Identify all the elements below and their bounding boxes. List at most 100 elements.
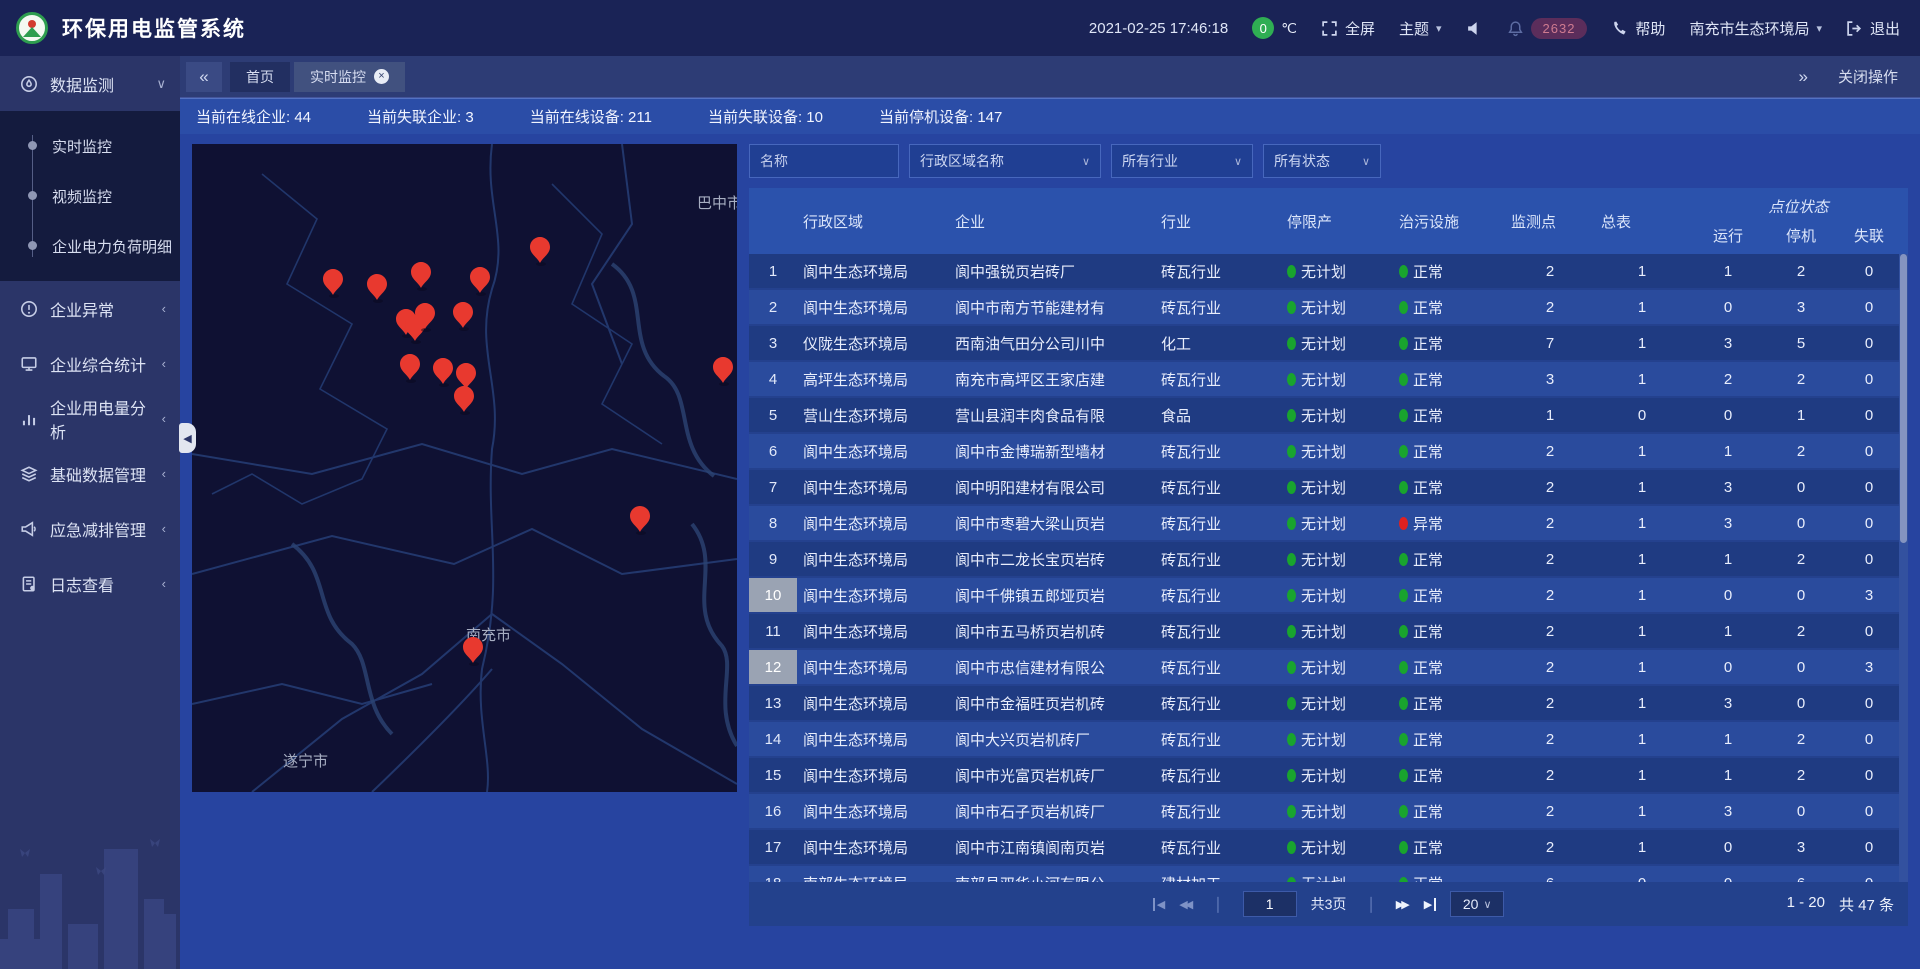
status-text: 无计划 <box>1301 297 1346 318</box>
prev-page-button[interactable]: ◀◀ <box>1179 898 1193 911</box>
sidebar-item-4[interactable]: 基础数据管理‹ <box>0 446 180 501</box>
close-operations-button[interactable]: 关闭操作 <box>1838 66 1898 87</box>
table-row[interactable]: 3仪陇生态环境局西南油气田分公司川中化工无计划正常71350 <box>749 326 1908 362</box>
map-pin[interactable] <box>433 358 453 387</box>
main-area: « 首页实时监控× » 关闭操作 当前在线企业: 44当前失联企业: 3当前在线… <box>180 56 1920 969</box>
name-filter-input[interactable] <box>749 144 899 178</box>
row-stop-count: 2 <box>1767 542 1835 576</box>
table-row[interactable]: 7阆中生态环境局阆中明阳建材有限公司砖瓦行业无计划正常21300 <box>749 470 1908 506</box>
table-row[interactable]: 14阆中生态环境局阆中大兴页岩机砖厂砖瓦行业无计划正常21120 <box>749 722 1908 758</box>
notifications[interactable]: 2632 <box>1507 18 1588 39</box>
sidebar-item-0[interactable]: 数据监测∨ <box>0 56 180 111</box>
table-row[interactable]: 9阆中生态环境局阆中市二龙长宝页岩砖砖瓦行业无计划正常21120 <box>749 542 1908 578</box>
help-button[interactable]: 帮助 <box>1611 18 1665 39</box>
fullscreen-button[interactable]: 全屏 <box>1321 18 1375 39</box>
status-text: 正常 <box>1413 585 1443 606</box>
sidebar-item-2[interactable]: 企业综合统计‹ <box>0 336 180 391</box>
industry-filter-select[interactable]: 所有行业 ∨ <box>1111 144 1253 178</box>
table-row[interactable]: 2阆中生态环境局阆中市南方节能建材有砖瓦行业无计划正常21030 <box>749 290 1908 326</box>
status-text: 正常 <box>1413 441 1443 462</box>
row-production-status: 无计划 <box>1281 578 1393 612</box>
tabs-scroll-left-button[interactable]: « <box>186 62 222 92</box>
map-roads <box>192 144 737 792</box>
map-pin[interactable] <box>470 267 490 296</box>
map-pin[interactable] <box>454 386 474 415</box>
tab-close-icon[interactable]: × <box>374 69 389 84</box>
table-row[interactable]: 10阆中生态环境局阆中千佛镇五郎垭页岩砖瓦行业无计划正常21003 <box>749 578 1908 614</box>
table-scrollbar[interactable] <box>1899 254 1908 882</box>
status-dot-green <box>1287 409 1296 422</box>
tabs-scroll-right-button[interactable]: » <box>1799 67 1808 87</box>
map[interactable]: 巴中市南充市遂宁市 <box>192 144 737 792</box>
table-row[interactable]: 15阆中生态环境局阆中市光富页岩机砖厂砖瓦行业无计划正常21120 <box>749 758 1908 794</box>
table-row[interactable]: 1阆中生态环境局阆中强锐页岩砖厂砖瓦行业无计划正常21120 <box>749 254 1908 290</box>
skyline-building <box>162 914 176 969</box>
table-row[interactable]: 4高坪生态环境局南充市高坪区王家店建砖瓦行业无计划正常31220 <box>749 362 1908 398</box>
region-filter-select[interactable]: 行政区域名称 ∨ <box>909 144 1101 178</box>
row-index: 15 <box>749 758 797 792</box>
table-row[interactable]: 17阆中生态环境局阆中市江南镇阆南页岩砖瓦行业无计划正常21030 <box>749 830 1908 866</box>
status-dot-green <box>1399 517 1408 530</box>
table-row[interactable]: 16阆中生态环境局阆中市石子页岩机砖厂砖瓦行业无计划正常21300 <box>749 794 1908 830</box>
sidebar-item-1[interactable]: 企业异常‹ <box>0 281 180 336</box>
next-page-button[interactable]: ▶▶ <box>1396 898 1410 911</box>
tab-0[interactable]: 首页 <box>230 62 290 92</box>
row-total-count: 1 <box>1595 650 1689 684</box>
map-pin[interactable] <box>400 354 420 383</box>
map-canvas[interactable]: 巴中市南充市遂宁市 <box>192 144 737 792</box>
map-pin[interactable] <box>323 269 343 298</box>
page-size-select[interactable]: 20 ∨ <box>1450 891 1504 917</box>
row-lost-count: 0 <box>1835 794 1903 828</box>
stats-bar: 当前在线企业: 44当前失联企业: 3当前在线设备: 211当前失联设备: 10… <box>180 98 1920 134</box>
status-filter-select[interactable]: 所有状态 ∨ <box>1263 144 1381 178</box>
user-dropdown[interactable]: 南充市生态环境局 ▾ <box>1689 18 1822 39</box>
row-company: 阆中市枣碧大梁山页岩 <box>949 506 1155 540</box>
status-text: 无计划 <box>1301 549 1346 570</box>
row-production-status: 无计划 <box>1281 866 1393 882</box>
status-dot-green <box>1287 589 1296 602</box>
sidebar-item-3[interactable]: 企业用电量分析‹ <box>0 391 180 446</box>
first-page-button[interactable]: ◀ <box>1153 898 1165 911</box>
page-number-input[interactable] <box>1243 891 1297 917</box>
sidebar-subitem-2[interactable]: 企业电力负荷明细 <box>0 221 180 271</box>
sidebar-collapse-button[interactable]: ◀ <box>179 423 196 453</box>
theme-dropdown[interactable]: 主题 ▾ <box>1399 18 1442 39</box>
row-facility-status: 正常 <box>1393 866 1505 882</box>
map-pin[interactable] <box>411 262 431 291</box>
row-index: 11 <box>749 614 797 648</box>
logout-button[interactable]: 退出 <box>1846 18 1900 39</box>
table-row[interactable]: 5营山生态环境局营山县润丰肉食品有限食品无计划正常10010 <box>749 398 1908 434</box>
table-row[interactable]: 18南部生态环境局南部县双华小河有限公建材加工无计划正常60060 <box>749 866 1908 882</box>
tab-1[interactable]: 实时监控× <box>294 62 405 92</box>
row-run-count: 0 <box>1689 866 1767 882</box>
map-pin[interactable] <box>713 357 733 386</box>
map-pin[interactable] <box>453 302 473 331</box>
status-dot-green <box>1399 625 1408 638</box>
map-pin[interactable] <box>463 637 483 666</box>
scrollbar-thumb[interactable] <box>1900 254 1907 543</box>
status-text: 正常 <box>1413 297 1443 318</box>
map-pin[interactable] <box>530 237 550 266</box>
sidebar-item-5[interactable]: 应急减排管理‹ <box>0 501 180 556</box>
table-row[interactable]: 12阆中生态环境局阆中市忠信建材有限公砖瓦行业无计划正常21003 <box>749 650 1908 686</box>
row-total-count: 1 <box>1595 362 1689 396</box>
filter-bar: 行政区域名称 ∨ 所有行业 ∨ 所有状态 ∨ <box>749 144 1908 178</box>
row-index: 17 <box>749 830 797 864</box>
sidebar-subitem-0[interactable]: 实时监控 <box>0 121 180 171</box>
row-index: 7 <box>749 470 797 504</box>
sidebar-item-6[interactable]: 日志查看‹ <box>0 556 180 611</box>
map-pin[interactable] <box>367 274 387 303</box>
table-row[interactable]: 11阆中生态环境局阆中市五马桥页岩机砖砖瓦行业无计划正常21120 <box>749 614 1908 650</box>
chevron-left-icon: ‹ <box>162 356 166 371</box>
map-pin[interactable] <box>630 506 650 535</box>
sidebar-subitem-1[interactable]: 视频监控 <box>0 171 180 221</box>
app-title: 环保用电监管系统 <box>62 13 246 43</box>
chevron-down-icon: ∨ <box>1362 155 1370 168</box>
table-row[interactable]: 8阆中生态环境局阆中市枣碧大梁山页岩砖瓦行业无计划异常21300 <box>749 506 1908 542</box>
table-row[interactable]: 6阆中生态环境局阆中市金博瑞新型墙材砖瓦行业无计划正常21120 <box>749 434 1908 470</box>
status-text: 无计划 <box>1301 333 1346 354</box>
last-page-button[interactable]: ▶ <box>1424 898 1436 911</box>
sound-toggle[interactable] <box>1466 20 1483 37</box>
table-row[interactable]: 13阆中生态环境局阆中市金福旺页岩机砖砖瓦行业无计划正常21300 <box>749 686 1908 722</box>
butterfly-decoration <box>150 839 160 847</box>
